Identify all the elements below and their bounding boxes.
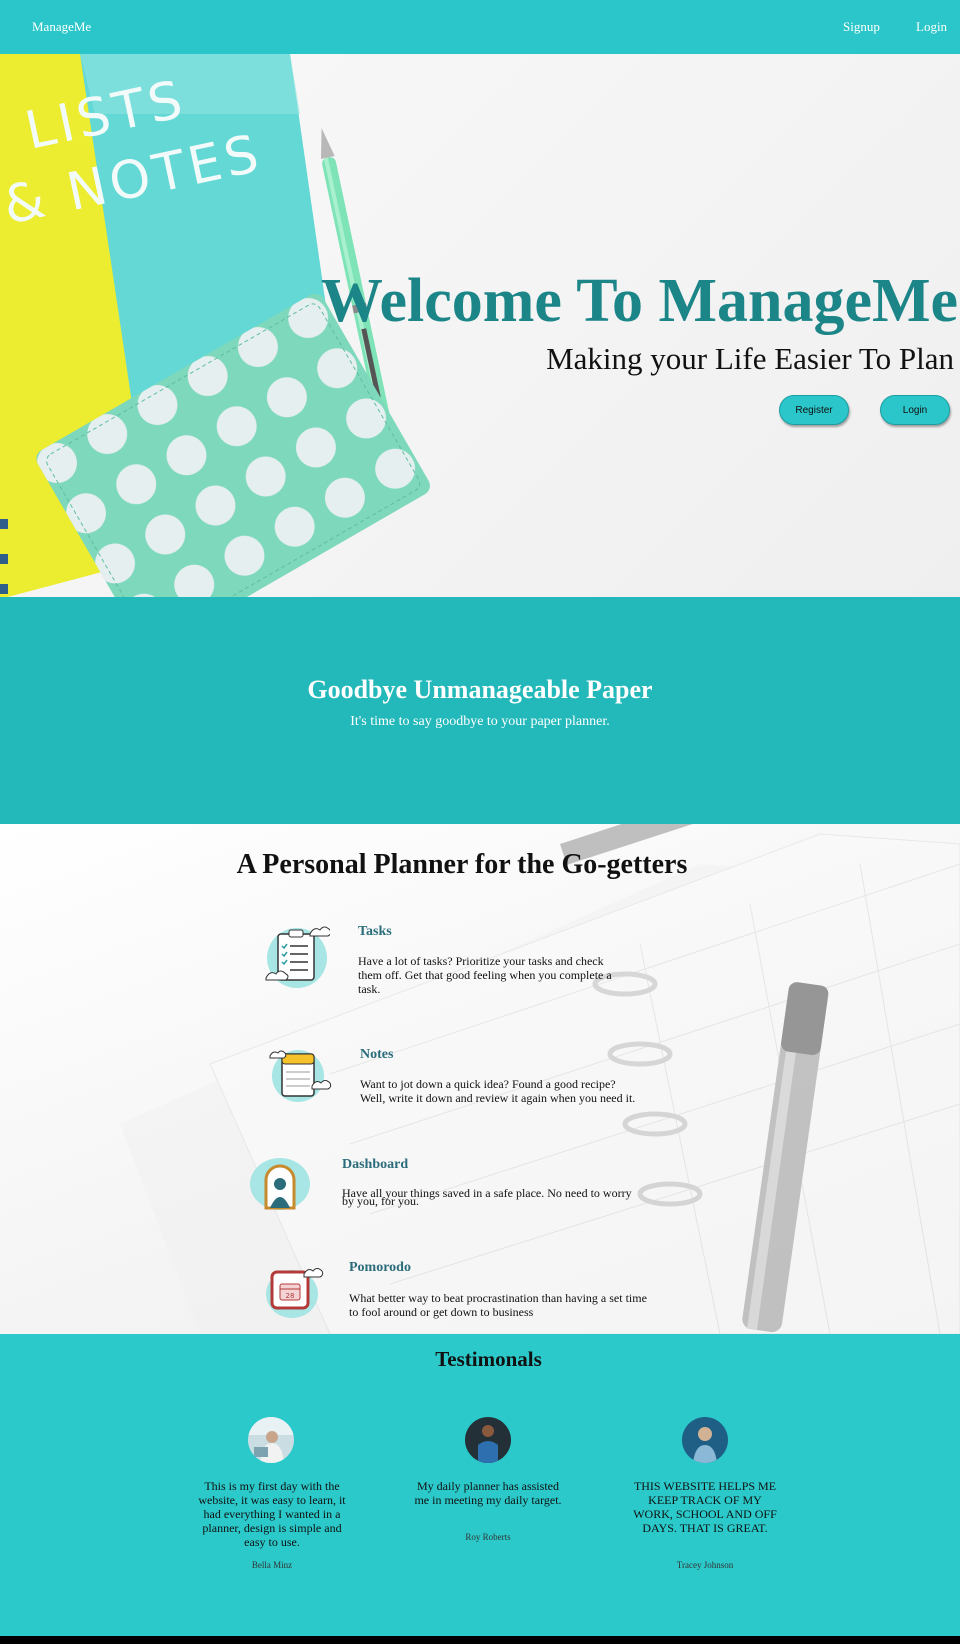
avatar-tracey (682, 1417, 728, 1463)
calendar-timer-icon: 28 (266, 1268, 324, 1318)
hero-login-button[interactable]: Login (880, 395, 950, 425)
testimonial-name-1: Bella Minz (251, 1560, 293, 1570)
hero-subtitle: Making your Life Easier To Plan (546, 341, 954, 376)
navbar: ManageMe Signup Login (0, 0, 960, 54)
svg-text:28: 28 (286, 1292, 295, 1300)
testimonial-text-2: My daily planner has assisted me in meet… (414, 1479, 562, 1507)
avatar-bella (248, 1417, 294, 1463)
feature-desc-tasks: Have a lot of tasks? Prioritize your tas… (358, 954, 612, 996)
planner-section: A Personal Planner for the Go-getters Ta… (0, 824, 960, 1334)
brand-logo[interactable]: ManageMe (32, 19, 91, 35)
feature-title-dashboard: Dashboard (342, 1157, 409, 1172)
testimonials-title: Testimonals (435, 1347, 542, 1371)
avatar-roy (465, 1417, 511, 1463)
feature-desc-notes: Want to jot down a quick idea? Found a g… (360, 1077, 636, 1105)
feature-title-tasks: Tasks (358, 924, 392, 939)
hero-section: LISTS & NOTES Welcome To ManageMe Making… (0, 54, 960, 597)
hero-title: Welcome To ManageMe (320, 267, 958, 335)
testimonial-name-3: Tracey Johnson (676, 1560, 734, 1570)
feature-title-notes: Notes (360, 1047, 394, 1062)
clipboard-checklist-icon (265, 926, 330, 988)
testimonials-section: Testimonals This is my first day with th… (0, 1334, 960, 1636)
feature-desc-pomorodo: What better way to beat procrastination … (349, 1291, 647, 1319)
planner-title: A Personal Planner for the Go-getters (236, 849, 688, 880)
goodbye-text: It's time to say goodbye to your paper p… (350, 714, 610, 729)
goodbye-title: Goodbye Unmanageable Paper (307, 675, 653, 704)
footer-bar (0, 1636, 960, 1644)
notepad-icon (269, 1050, 332, 1102)
nav-login-link[interactable]: Login (916, 19, 947, 35)
nav-signup-link[interactable]: Signup (843, 19, 880, 35)
register-button[interactable]: Register (779, 395, 849, 425)
person-in-door-icon (250, 1158, 310, 1210)
testimonial-name-2: Roy Roberts (465, 1532, 511, 1542)
testimonial-text-1: This is my first day with the website, i… (198, 1479, 346, 1549)
feature-title-pomorodo: Pomorodo (349, 1260, 411, 1275)
testimonial-text-3: THIS WEBSITE HELPS ME KEEP TRACK OF MY W… (633, 1479, 777, 1535)
feature-desc-dashboard: Have all your things saved in a safe pla… (342, 1186, 632, 1208)
goodbye-section: Goodbye Unmanageable Paper It's time to … (0, 597, 960, 824)
